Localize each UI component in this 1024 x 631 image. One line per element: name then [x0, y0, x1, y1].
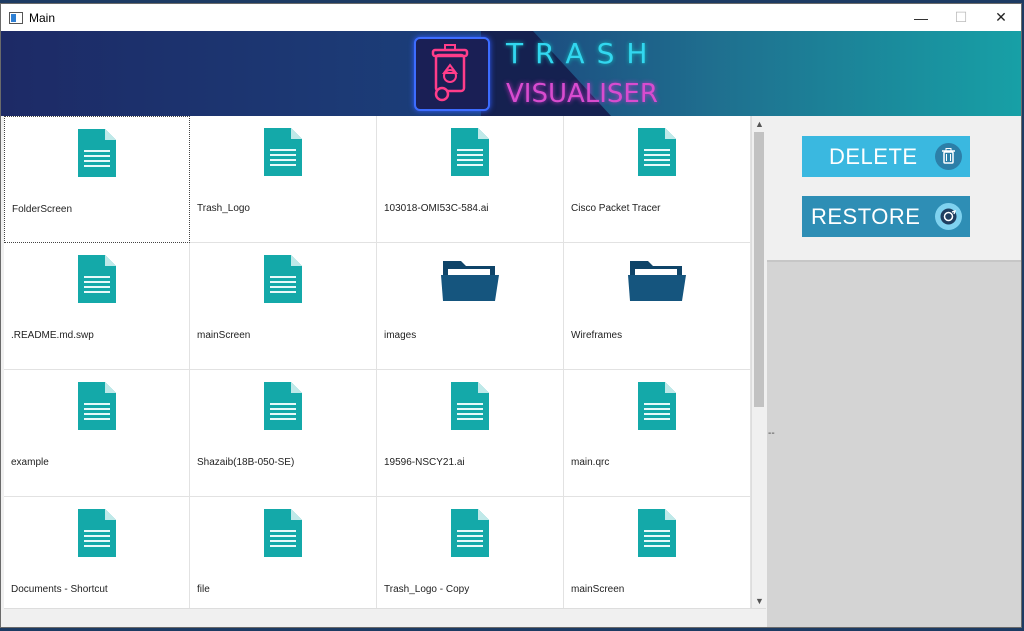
file-icon — [264, 255, 302, 308]
scroll-thumb[interactable] — [754, 132, 764, 407]
grid-item[interactable]: file — [190, 497, 377, 608]
grid-item-label: .README.md.swp — [11, 330, 94, 341]
grid-item-label: mainScreen — [197, 330, 251, 341]
logo-title-visualiser: VISUALISER — [506, 79, 658, 109]
file-icon — [78, 129, 116, 182]
grid-item[interactable]: main.qrc — [564, 370, 751, 497]
grid-item[interactable]: mainScreen — [190, 243, 377, 370]
trash-items-grid[interactable]: FolderScreen Trash_Logo 103018-OMI53C-58… — [4, 116, 751, 608]
grid-item[interactable]: 19596-NSCY21.ai — [377, 370, 564, 497]
grid-item-label: Documents - Shortcut — [11, 584, 108, 595]
grid-item[interactable]: mainScreen — [564, 497, 751, 608]
file-icon — [264, 128, 302, 181]
app-window-icon — [9, 11, 23, 24]
grid-item[interactable]: Trash_Logo - Copy — [377, 497, 564, 608]
file-icon — [451, 128, 489, 181]
grid-item-label: file — [197, 584, 210, 595]
splitter-handle[interactable]: -- — [768, 428, 775, 439]
horizontal-scroll-track[interactable] — [4, 608, 766, 626]
restore-button[interactable]: RESTORE — [802, 196, 970, 237]
grid-item-label: 103018-OMI53C-584.ai — [384, 203, 489, 214]
window-controls: — ☐ ✕ — [901, 4, 1021, 31]
scroll-up-arrow-icon[interactable]: ▲ — [752, 116, 767, 131]
grid-item-label: Trash_Logo — [197, 203, 250, 214]
grid-item[interactable]: Trash_Logo — [190, 116, 377, 243]
grid-item-label: Shazaib(18B-050-SE) — [197, 457, 295, 468]
preview-panel — [767, 260, 1021, 627]
restore-icon — [935, 203, 962, 230]
file-icon — [638, 509, 676, 562]
folder-icon — [628, 257, 686, 308]
grid-item-label: mainScreen — [571, 584, 625, 595]
app-header-banner: TRASH VISUALISER — [1, 31, 1021, 116]
grid-item[interactable]: Shazaib(18B-050-SE) — [190, 370, 377, 497]
file-icon — [264, 382, 302, 435]
file-icon — [77, 382, 116, 435]
minimize-button[interactable]: — — [901, 4, 941, 31]
grid-item-label: main.qrc — [571, 457, 610, 468]
file-icon — [451, 382, 489, 435]
file-icon — [77, 509, 116, 562]
grid-item[interactable]: .README.md.swp — [4, 243, 190, 370]
vertical-scrollbar[interactable]: ▲ ▼ — [751, 116, 766, 608]
file-icon — [77, 255, 116, 308]
scroll-down-arrow-icon[interactable]: ▼ — [752, 593, 767, 608]
title-bar[interactable]: Main — ☐ ✕ — [1, 4, 1021, 31]
grid-item-label: Cisco Packet Tracer — [571, 203, 661, 214]
grid-item-label: Trash_Logo - Copy — [384, 584, 470, 595]
grid-item-label: FolderScreen — [12, 204, 73, 215]
grid-item[interactable]: Cisco Packet Tracer — [564, 116, 751, 243]
grid-item[interactable]: FolderScreen — [4, 116, 190, 243]
restore-button-label: RESTORE — [811, 203, 921, 229]
main-window: Main — ☐ ✕ TRASH VISUALISER FolderScreen — [0, 3, 1022, 628]
grid-item-label: example — [11, 457, 49, 468]
window-title: Main — [29, 10, 56, 25]
delete-button[interactable]: DELETE — [802, 136, 970, 177]
close-button[interactable]: ✕ — [981, 4, 1021, 31]
logo-title-trash: TRASH — [506, 37, 660, 70]
grid-item-label: images — [384, 330, 417, 341]
grid-item[interactable]: Documents - Shortcut — [4, 497, 190, 608]
file-icon — [264, 509, 302, 562]
maximize-button[interactable]: ☐ — [941, 4, 981, 31]
trash-bin-icon — [935, 143, 962, 170]
grid-item-label: 19596-NSCY21.ai — [384, 457, 465, 468]
grid-item-label: Wireframes — [571, 330, 623, 341]
delete-button-label: DELETE — [829, 143, 918, 169]
file-icon — [451, 509, 489, 562]
action-panel: DELETE RESTORE — [767, 116, 1021, 259]
file-icon — [638, 382, 676, 435]
folder-icon — [441, 257, 499, 308]
grid-item[interactable]: example — [4, 370, 190, 497]
grid-item[interactable]: 103018-OMI53C-584.ai — [377, 116, 564, 243]
grid-item[interactable]: images — [377, 243, 564, 370]
grid-item[interactable]: Wireframes — [564, 243, 751, 370]
file-icon — [638, 128, 676, 181]
trash-logo-icon — [414, 37, 490, 111]
